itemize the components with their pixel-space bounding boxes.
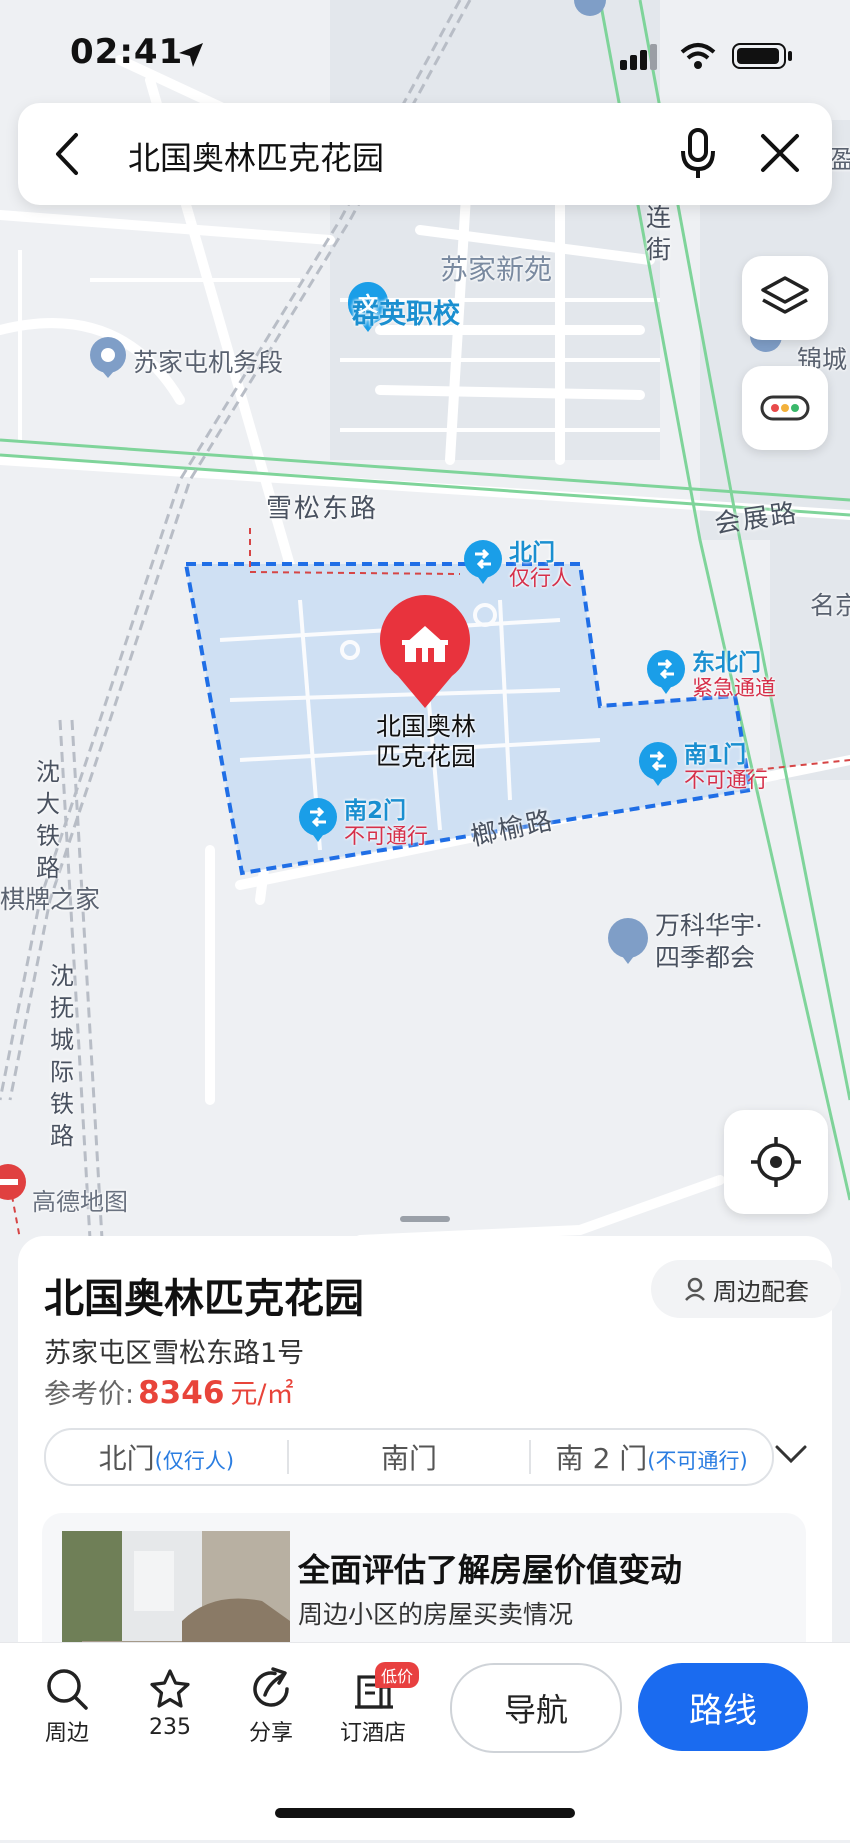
layers-icon (761, 276, 809, 314)
back-arrow-icon[interactable] (48, 131, 88, 177)
gate-tab-north[interactable]: 北门(仅行人) (46, 1437, 287, 1477)
person-pin-icon (685, 1277, 705, 1301)
traffic-button[interactable] (742, 366, 828, 450)
traffic-light-icon (760, 395, 810, 421)
poi-title: 北国奥林匹克花园 (44, 1276, 364, 1322)
gate-northeast-note: 紧急通道 (692, 676, 776, 700)
gate-northeast-name: 东北门 (692, 650, 761, 676)
gate-south-1-name: 南1门 (684, 742, 747, 768)
gate-tab-south-2[interactable]: 南 2 门(不可通行) (531, 1437, 772, 1477)
map-label-qipai: 棋牌之家 (0, 885, 101, 914)
gate-south-2-name: 南2门 (344, 798, 407, 824)
gate-tab-label: 南 2 门 (555, 1442, 648, 1475)
battery-icon (732, 43, 792, 69)
status-time: 02:41 (70, 32, 184, 72)
gate-northeast[interactable]: 东北门 紧急通道 (646, 650, 776, 700)
low-price-badge: 低价 (375, 1662, 420, 1688)
price-row: 参考价: 8346 元/㎡ (44, 1372, 294, 1411)
poi-address: 苏家屯区雪松东路1号 (44, 1338, 305, 1369)
navigate-button[interactable]: 导航 (450, 1663, 622, 1753)
gate-tab-label: 南门 (381, 1442, 438, 1475)
map-railway-shenda: 沈大铁路 (36, 758, 62, 882)
nearby-facilities-label: 周边配套 (713, 1277, 809, 1306)
gate-tab-note: (仅行人) (154, 1449, 235, 1473)
gate-south-2-note: 不可通行 (344, 824, 428, 848)
map-road-xuesong: 雪松东路 (266, 494, 379, 524)
card-title: 全面评估了解房屋价值变动 (298, 1551, 683, 1589)
nearby-facilities-button[interactable]: 周边配套 (651, 1260, 841, 1318)
school-icon: 文 (358, 292, 378, 316)
location-arrow-icon (179, 43, 203, 67)
gate-north[interactable]: 北门 仅行人 (463, 540, 572, 590)
price-label: 参考价: (44, 1379, 135, 1410)
map-label-vanke[interactable]: 万科华宇·四季都会 (655, 910, 783, 974)
home-indicator (275, 1808, 575, 1818)
layers-button[interactable] (742, 256, 828, 340)
search-bar[interactable]: 北国奥林匹克花园 (18, 103, 832, 205)
map-label-jiwuduan[interactable]: 苏家屯机务段 (133, 343, 283, 379)
share-button[interactable]: 分享 (231, 1667, 311, 1747)
price-value: 8346 (138, 1375, 225, 1411)
locate-button[interactable] (724, 1110, 828, 1214)
gate-icon (299, 798, 337, 842)
search-icon (47, 1669, 88, 1710)
gate-tabs: 北门(仅行人) 南门 南 2 门(不可通行) (44, 1428, 774, 1486)
gate-icon (647, 650, 685, 694)
map-road-lian: 连 街 (646, 203, 674, 264)
favorite-button[interactable]: 235 (130, 1667, 210, 1740)
gate-icon (464, 540, 502, 584)
card-subtitle: 周边小区的房屋买卖情况 (298, 1600, 574, 1629)
gate-tab-label: 北门 (98, 1442, 155, 1475)
map-label-ying-top: 盈 (830, 145, 850, 174)
gate-south-1[interactable]: 南1门 不可通行 (638, 742, 768, 792)
map-watermark-gaode: 高德地图 (32, 1188, 128, 1216)
nearby-button[interactable]: 周边 (27, 1667, 107, 1747)
map-railway-shenfu: 沈抚城际铁路 (50, 962, 76, 1150)
route-button[interactable]: 路线 (638, 1663, 808, 1751)
sheet-drag-handle[interactable] (400, 1216, 450, 1222)
share-label: 分享 (248, 1721, 293, 1746)
map-label-ming: 名京 (810, 591, 850, 620)
map-label-sujia-xinyuan[interactable]: 苏家新苑 (440, 248, 552, 288)
close-icon[interactable] (758, 131, 802, 175)
search-query[interactable]: 北国奥林匹克花园 (128, 133, 384, 179)
wifi-icon (680, 43, 716, 69)
gate-north-note: 仅行人 (509, 566, 572, 590)
cellular-signal-icon (620, 44, 657, 70)
book-hotel-label: 订酒店 (339, 1721, 406, 1746)
crosshair-icon (751, 1137, 801, 1187)
chevron-down-icon[interactable] (774, 1442, 808, 1466)
gate-south-1-note: 不可通行 (684, 768, 768, 792)
star-icon (150, 1669, 190, 1708)
gate-south-2[interactable]: 南2门 不可通行 (298, 798, 428, 848)
favorite-count: 235 (149, 1715, 191, 1740)
poi-map-label[interactable]: 北国奥林匹克花园 (364, 712, 488, 772)
gate-icon (639, 742, 677, 786)
nearby-label: 周边 (44, 1721, 89, 1746)
share-icon (253, 1667, 289, 1707)
price-unit: 元/㎡ (230, 1379, 294, 1410)
gate-tab-south[interactable]: 南门 (289, 1437, 530, 1477)
microphone-icon[interactable] (678, 127, 718, 181)
gate-tab-note: (不可通行) (647, 1449, 748, 1473)
gate-north-name: 北门 (509, 540, 555, 566)
